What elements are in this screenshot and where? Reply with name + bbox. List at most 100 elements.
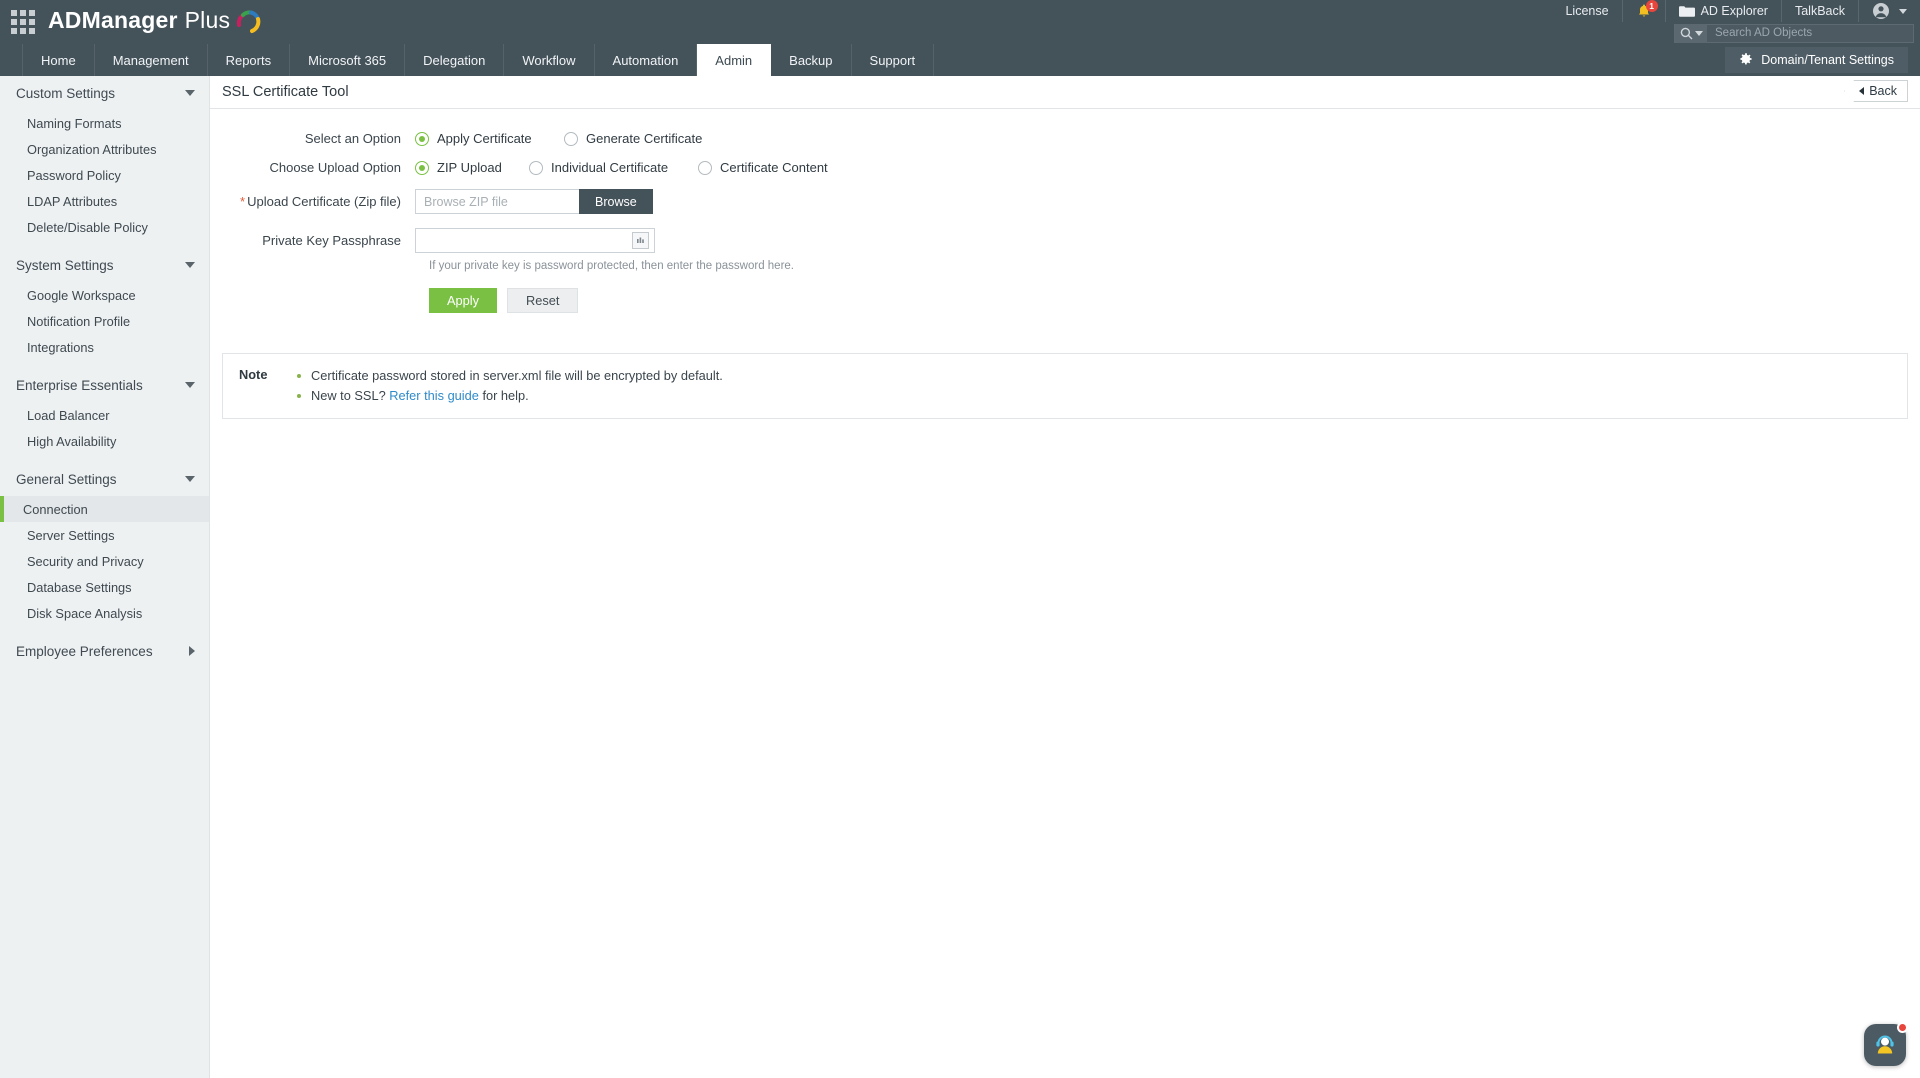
sidebar-item-database-settings[interactable]: Database Settings (0, 574, 209, 600)
nav-tab-automation[interactable]: Automation (595, 44, 698, 76)
nav-tab-workflow[interactable]: Workflow (504, 44, 595, 76)
sidebar-item-label: LDAP Attributes (27, 193, 118, 209)
chevron-down-icon (185, 262, 195, 268)
nav-tab-label: Admin (715, 52, 753, 68)
sidebar-group-list: Custom Settings Naming Formats Organizatio… (0, 76, 209, 668)
page-title: SSL Certificate Tool (222, 84, 349, 100)
radio-option-individual-certificate[interactable]: Individual Certificate (529, 160, 698, 175)
chevron-down-icon (185, 90, 195, 96)
brand-swirl-logo (234, 7, 264, 37)
chevron-down-icon (1899, 8, 1907, 14)
sidebar-item-label: Database Settings (27, 579, 132, 595)
radio-button[interactable] (698, 160, 712, 175)
nav-tab-backup[interactable]: Backup (771, 44, 852, 76)
passphrase-field[interactable] (415, 228, 655, 253)
sidebar-item-ldap-attributes[interactable]: LDAP Attributes (0, 188, 209, 214)
sidebar-item-high-availability[interactable]: High Availability (0, 428, 209, 454)
ssl-certificate-form: Select an Option Apply Certificate Genera… (210, 109, 1920, 313)
support-agent-icon (1872, 1030, 1898, 1061)
radio-button[interactable] (529, 160, 543, 175)
sidebar-group-spacer (0, 626, 209, 634)
sidebar-item-integrations[interactable]: Integrations (0, 334, 209, 360)
radio-button[interactable] (564, 131, 578, 146)
search-scope-caret-icon (1694, 30, 1703, 36)
nav-tab-label: Backup (789, 52, 833, 68)
brand-name-light: Plus (184, 7, 231, 33)
radio-option-generate-certificate[interactable]: Generate Certificate (564, 131, 764, 146)
note-text-pre: Certificate password stored in server.xm… (311, 368, 723, 383)
license-link[interactable]: License (1552, 0, 1621, 22)
sidebar-item-password-policy[interactable]: Password Policy (0, 162, 209, 188)
nav-tab-label: Management (112, 52, 189, 68)
domain-tenant-settings-label: Domain/Tenant Settings (1761, 53, 1894, 67)
sidebar-item-delete-disable-policy[interactable]: Delete/Disable Policy (0, 214, 209, 240)
sidebar-item-notification-profile[interactable]: Notification Profile (0, 308, 209, 334)
sidebar-group-enterprise-essentials[interactable]: Enterprise Essentials (0, 368, 209, 402)
main-content-area: SSL Certificate Tool Back Select an Opti… (210, 76, 1920, 1078)
passphrase-hint: If your private key is password protecte… (429, 260, 794, 272)
sidebar-group-employee-preferences[interactable]: Employee Preferences (0, 634, 209, 668)
notifications-button[interactable]: 1 (1621, 0, 1665, 22)
reset-button[interactable]: Reset (507, 288, 579, 313)
nav-tab-microsoft-365[interactable]: Microsoft 365 (290, 44, 406, 76)
sidebar-item-organization-attributes[interactable]: Organization Attributes (0, 136, 209, 162)
nav-tab-label: Support (869, 52, 916, 68)
sidebar-item-load-balancer[interactable]: Load Balancer (0, 402, 209, 428)
back-button-label: Back (1869, 84, 1897, 98)
passphrase-input[interactable] (416, 229, 632, 252)
sidebar-item-naming-formats[interactable]: Naming Formats (0, 110, 209, 136)
chevron-down-icon (185, 382, 195, 388)
talkback-link[interactable]: TalkBack (1780, 0, 1858, 22)
sidebar-group-system-settings[interactable]: System Settings (0, 248, 209, 282)
ad-explorer-link[interactable]: AD Explorer (1664, 0, 1781, 22)
password-mask-icon[interactable] (632, 232, 649, 249)
search-ad-objects-box[interactable] (1674, 23, 1914, 43)
note-item: New to SSL? Refer this guide for help. (297, 386, 723, 406)
radio-option-certificate-content[interactable]: Certificate Content (698, 160, 898, 175)
select-option-row: Select an Option Apply Certificate Genera… (210, 131, 1920, 146)
browse-button[interactable]: Browse (579, 189, 653, 214)
nav-tab-home[interactable]: Home (22, 44, 95, 76)
domain-tenant-settings-button[interactable]: Domain/Tenant Settings (1725, 47, 1908, 73)
nav-tab-management[interactable]: Management (95, 44, 208, 76)
search-input[interactable] (1707, 26, 1913, 40)
upload-certificate-input[interactable]: Browse ZIP file (415, 189, 579, 214)
apply-button[interactable]: Apply (429, 288, 498, 313)
radio-option-apply-certificate[interactable]: Apply Certificate (415, 131, 564, 146)
nav-tab-support[interactable]: Support (852, 44, 935, 76)
back-button[interactable]: Back (1844, 80, 1908, 102)
nav-tab-reports[interactable]: Reports (208, 44, 291, 76)
upload-certificate-filebox[interactable]: Browse ZIP file Browse (415, 189, 653, 214)
page-header: SSL Certificate Tool Back (210, 76, 1920, 109)
sidebar-item-google-workspace[interactable]: Google Workspace (0, 282, 209, 308)
chevron-right-icon (189, 646, 195, 656)
search-icon[interactable] (1675, 23, 1707, 43)
nav-tab-label: Microsoft 365 (308, 52, 387, 68)
note-guide-link[interactable]: Refer this guide (389, 388, 479, 403)
upload-option-row: Choose Upload Option ZIP Upload Individua… (210, 160, 1920, 175)
radio-option-zip-upload[interactable]: ZIP Upload (415, 160, 529, 175)
radio-button[interactable] (415, 160, 429, 175)
support-chat-button[interactable] (1864, 1022, 1908, 1066)
sidebar-item-server-settings[interactable]: Server Settings (0, 522, 209, 548)
apps-grid-icon[interactable] (10, 9, 36, 35)
sidebar-group-general-settings[interactable]: General Settings (0, 462, 209, 496)
sidebar-item-connection[interactable]: Connection (0, 496, 209, 522)
header-right-cluster: License 1 AD Explorer TalkBack Search AD… (1552, 0, 1920, 44)
upload-certificate-label: * Upload Certificate (Zip file) (210, 194, 415, 209)
sidebar-group-spacer (0, 360, 209, 368)
nav-tab-admin[interactable]: Admin (697, 44, 772, 76)
sidebar-group-custom-settings[interactable]: Custom Settings (0, 76, 209, 110)
nav-tab-delegation[interactable]: Delegation (405, 44, 505, 76)
nav-tab-list: Home Management Reports Microsoft 365 Delega… (22, 44, 935, 76)
sidebar-item-security-and-privacy[interactable]: Security and Privacy (0, 548, 209, 574)
chat-unread-dot (1897, 1022, 1908, 1033)
sidebar-item-label: Security and Privacy (27, 553, 144, 569)
user-account-menu[interactable] (1858, 0, 1920, 22)
radio-button[interactable] (415, 131, 429, 146)
nav-tab-label: Reports (225, 52, 272, 68)
upload-option-radio-group: ZIP Upload Individual Certificate Certific… (415, 160, 898, 175)
select-option-radio-group: Apply Certificate Generate Certificate (415, 131, 764, 146)
main-navigation-bar: Home Management Reports Microsoft 365 Delega… (0, 44, 1920, 76)
sidebar-item-disk-space-analysis[interactable]: Disk Space Analysis (0, 600, 209, 626)
